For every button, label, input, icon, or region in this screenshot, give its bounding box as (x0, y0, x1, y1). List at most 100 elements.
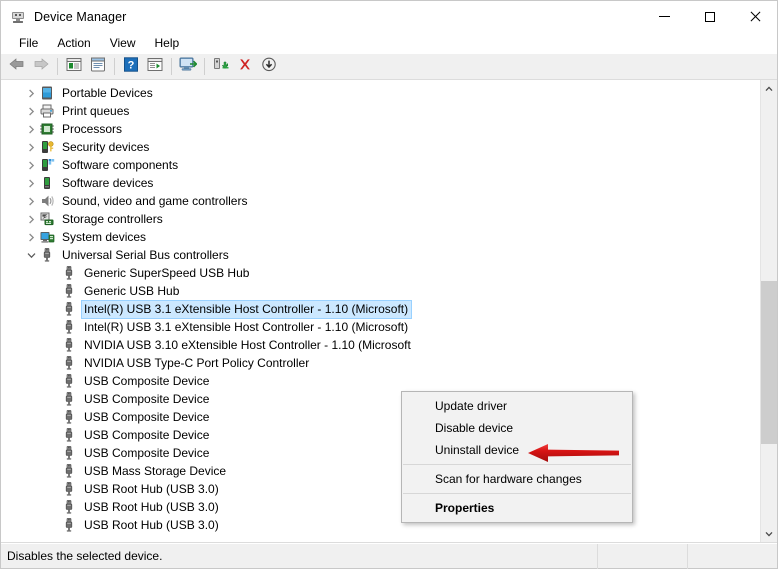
tree-device-row[interactable]: USB Mass Storage Device (1, 462, 760, 480)
usb-device-icon (61, 463, 77, 479)
menu-help[interactable]: Help (146, 34, 189, 53)
usb-device-icon (61, 445, 77, 461)
tree-category-row[interactable]: Processors (1, 120, 760, 138)
tree-device-row[interactable]: Intel(R) USB 3.1 eXtensible Host Control… (1, 318, 760, 336)
tree-device-label: USB Root Hub (USB 3.0) (84, 499, 219, 514)
tree-category-label: System devices (62, 229, 147, 244)
chevron-right-icon[interactable] (23, 84, 39, 102)
tree-category-label: Software components (62, 157, 179, 172)
context-menu-separator (403, 493, 631, 494)
tree-device-row[interactable]: Generic SuperSpeed USB Hub (1, 264, 760, 282)
forward-button[interactable] (29, 56, 53, 78)
chevron-down-icon[interactable] (23, 246, 39, 264)
context-menu-item-scan-for-hardware-changes[interactable]: Scan for hardware changes (402, 468, 632, 490)
menu-action[interactable]: Action (48, 34, 99, 53)
status-pane-1 (597, 543, 687, 569)
tree-category-row[interactable]: Security devices (1, 138, 760, 156)
maximize-button[interactable] (687, 1, 732, 32)
tree-device-row[interactable]: USB Root Hub (USB 3.0) (1, 498, 760, 516)
chevron-right-icon[interactable] (23, 102, 39, 120)
tree-category-row[interactable]: Software devices (1, 174, 760, 192)
software-component-icon (39, 157, 55, 173)
printer-icon (39, 103, 55, 119)
tree-device-row[interactable]: NVIDIA USB Type-C Port Policy Controller (1, 354, 760, 372)
tree-device-row[interactable]: USB Composite Device (1, 372, 760, 390)
toolbar-separator (204, 58, 205, 75)
tree-device-label: USB Root Hub (USB 3.0) (84, 481, 219, 496)
toolbar-separator (114, 58, 115, 75)
help-button[interactable]: ? (119, 56, 143, 78)
tree-category-row[interactable]: Storage controllers (1, 210, 760, 228)
context-menu-item-uninstall-device[interactable]: Uninstall device (402, 439, 632, 461)
tree-category-row[interactable]: Print queues (1, 102, 760, 120)
tree-device-label: Intel(R) USB 3.1 eXtensible Host Control… (84, 319, 409, 334)
context-menu-item-properties[interactable]: Properties (402, 497, 632, 519)
vertical-scrollbar[interactable] (760, 80, 777, 542)
tree-device-label: USB Composite Device (84, 373, 210, 388)
disable-device-button[interactable] (257, 56, 281, 78)
close-button[interactable] (732, 1, 777, 32)
tree-device-label: USB Composite Device (84, 427, 210, 442)
update-driver-button[interactable] (209, 56, 233, 78)
chevron-right-icon[interactable] (23, 192, 39, 210)
show-hide-console-tree-button[interactable] (62, 56, 86, 78)
tree-device-row[interactable]: NVIDIA USB 3.10 eXtensible Host Controll… (1, 336, 760, 354)
uninstall-device-button[interactable] (233, 56, 257, 78)
menu-file[interactable]: File (10, 34, 47, 53)
tree-category-row[interactable]: Universal Serial Bus controllers (1, 246, 760, 264)
tree-device-row[interactable]: USB Composite Device (1, 390, 760, 408)
context-menu-item-update-driver[interactable]: Update driver (402, 395, 632, 417)
tree-category-label: Storage controllers (62, 211, 163, 226)
toolbar-separator (171, 58, 172, 75)
chevron-right-icon[interactable] (23, 120, 39, 138)
usb-device-icon (61, 355, 77, 371)
tree-category-row[interactable]: Sound, video and game controllers (1, 192, 760, 210)
tree-device-row[interactable]: USB Composite Device (1, 444, 760, 462)
usb-device-icon (61, 481, 77, 497)
usb-device-icon (61, 265, 77, 281)
context-menu[interactable]: Update driver Disable device Uninstall dev… (401, 391, 633, 523)
chevron-right-icon[interactable] (23, 228, 39, 246)
usb-device-icon (61, 409, 77, 425)
scrollbar-thumb[interactable] (761, 281, 777, 444)
menu-view[interactable]: View (101, 34, 145, 53)
tree-category-row[interactable]: Software components (1, 156, 760, 174)
tree-device-row[interactable]: USB Root Hub (USB 3.0) (1, 480, 760, 498)
usb-device-icon (61, 319, 77, 335)
tree-device-label: USB Root Hub (USB 3.0) (84, 517, 219, 532)
tree-category-label: Portable Devices (62, 85, 153, 100)
toolbar-separator (57, 58, 58, 75)
security-device-icon (39, 139, 55, 155)
chevron-right-icon[interactable] (23, 156, 39, 174)
properties-button[interactable] (86, 56, 110, 78)
properties-icon (90, 57, 106, 77)
chevron-up-icon (765, 85, 773, 91)
tree-device-label: USB Composite Device (84, 445, 210, 460)
scroll-up-button[interactable] (761, 80, 777, 97)
tree-device-row[interactable]: USB Composite Device (1, 426, 760, 444)
tree-category-row[interactable]: Portable Devices (1, 84, 760, 102)
tree-category-row[interactable]: System devices (1, 228, 760, 246)
chevron-right-icon[interactable] (23, 174, 39, 192)
context-menu-item-disable-device[interactable]: Disable device (402, 417, 632, 439)
tree-device-row-selected[interactable]: Intel(R) USB 3.1 eXtensible Host Control… (1, 299, 760, 319)
chevron-right-icon[interactable] (23, 210, 39, 228)
tree-device-row[interactable]: USB Composite Device (1, 408, 760, 426)
storage-controller-icon (39, 211, 55, 227)
scrollbar-track[interactable] (761, 97, 777, 525)
view-details-button[interactable] (143, 56, 167, 78)
usb-device-icon (61, 373, 77, 389)
uninstall-device-icon (237, 57, 253, 77)
scan-for-hardware-changes-button[interactable] (176, 56, 200, 78)
back-button[interactable] (5, 56, 29, 78)
device-manager-window: Device Manager File Action View Help ? P… (0, 0, 778, 569)
tree-category-label: Software devices (62, 175, 154, 190)
minimize-button[interactable] (642, 1, 687, 32)
chevron-right-icon[interactable] (23, 138, 39, 156)
window-title: Device Manager (34, 9, 127, 24)
tree-device-label: NVIDIA USB Type-C Port Policy Controller (84, 355, 310, 370)
device-tree[interactable]: Portable Devices Print queues Processors Se… (1, 80, 760, 542)
tree-device-row[interactable]: Generic USB Hub (1, 282, 760, 300)
scroll-down-button[interactable] (761, 525, 777, 542)
tree-device-row[interactable]: USB Root Hub (USB 3.0) (1, 516, 760, 534)
